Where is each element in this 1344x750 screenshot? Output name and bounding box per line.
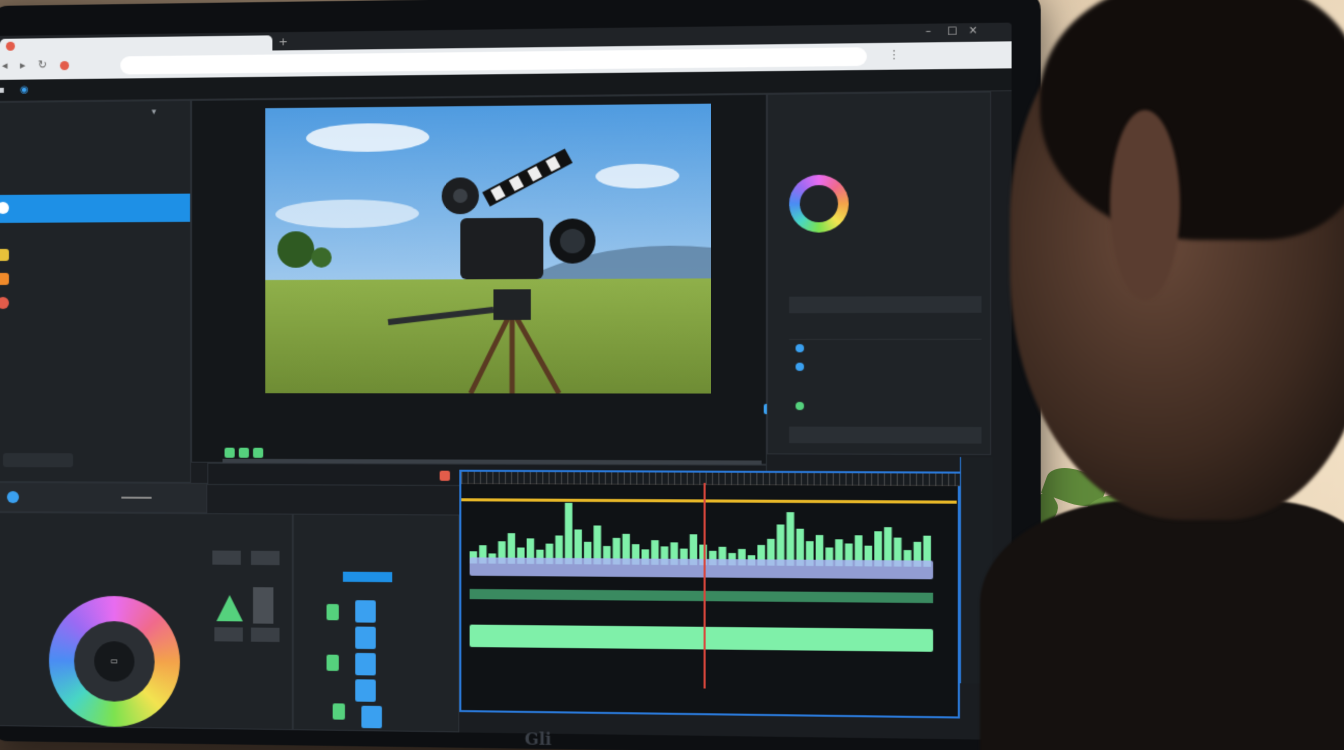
panel-button[interactable] bbox=[250, 550, 280, 566]
timeline-panel[interactable] bbox=[459, 469, 963, 719]
circle-icon bbox=[0, 201, 9, 214]
mute-button[interactable] bbox=[332, 703, 345, 720]
level-meter bbox=[253, 587, 274, 624]
monitor-brand-logo: Gli bbox=[524, 729, 552, 750]
track-button[interactable] bbox=[355, 600, 376, 623]
mute-button[interactable] bbox=[326, 603, 339, 621]
color-wheel-icon[interactable]: ▭ bbox=[48, 595, 180, 728]
minimize-icon[interactable]: – bbox=[926, 26, 931, 37]
screen: + – □ × ◂ ▸ ↻ ⋮ ▪ ◉ ▾ ▭ bbox=[0, 22, 1012, 740]
slider[interactable] bbox=[121, 496, 152, 499]
play-icon[interactable] bbox=[224, 447, 235, 458]
toggle-icon[interactable] bbox=[795, 401, 805, 411]
color-wheel-icon[interactable] bbox=[789, 174, 849, 233]
viewer-panel bbox=[191, 93, 775, 465]
inspector-button[interactable] bbox=[789, 426, 982, 444]
track-button[interactable] bbox=[355, 679, 376, 702]
triangle-marker-icon[interactable] bbox=[214, 593, 244, 624]
playhead[interactable] bbox=[703, 482, 706, 689]
new-tab-icon[interactable]: + bbox=[279, 35, 288, 48]
tool-button[interactable] bbox=[439, 470, 450, 481]
close-icon[interactable]: × bbox=[969, 25, 978, 37]
color-panel: ▭ bbox=[0, 512, 293, 731]
wheel-center[interactable]: ▭ bbox=[94, 641, 135, 682]
loop-icon[interactable] bbox=[253, 447, 264, 458]
search-icon[interactable] bbox=[6, 491, 19, 504]
track-headers bbox=[292, 513, 460, 733]
chevron-icon[interactable]: ▾ bbox=[152, 107, 157, 117]
video-preview[interactable] bbox=[265, 103, 711, 394]
toggle-icon[interactable] bbox=[795, 362, 805, 371]
back-icon[interactable]: ◂ bbox=[2, 59, 8, 72]
folder-icon[interactable] bbox=[0, 248, 9, 261]
inspector-panel bbox=[766, 91, 992, 456]
media-panel: ▾ bbox=[0, 99, 192, 483]
audio-clip[interactable] bbox=[469, 624, 934, 652]
waveform-bar bbox=[786, 512, 795, 566]
panel-button[interactable] bbox=[212, 550, 241, 565]
person-ear bbox=[1110, 110, 1180, 300]
folder-icon[interactable] bbox=[0, 272, 9, 285]
menu-item[interactable]: ◉ bbox=[20, 85, 29, 96]
panel-button[interactable] bbox=[250, 627, 280, 642]
search-strip bbox=[0, 482, 208, 514]
menu-item[interactable]: ▪ bbox=[0, 85, 5, 96]
inspector-row[interactable] bbox=[789, 323, 982, 340]
record-dot-icon bbox=[60, 61, 70, 71]
track-tab[interactable] bbox=[342, 571, 393, 583]
time-ruler[interactable] bbox=[461, 471, 963, 487]
track-button[interactable] bbox=[361, 705, 382, 729]
reload-icon[interactable]: ↻ bbox=[38, 58, 47, 71]
mute-button[interactable] bbox=[326, 654, 339, 671]
waveform-bar bbox=[564, 502, 573, 565]
inspector-row[interactable] bbox=[789, 296, 982, 314]
panel-button[interactable] bbox=[214, 627, 243, 642]
panel-button[interactable] bbox=[2, 453, 74, 468]
folder-icon[interactable] bbox=[0, 296, 9, 309]
person-shoulder bbox=[980, 500, 1344, 750]
forward-icon[interactable]: ▸ bbox=[20, 59, 26, 72]
menu-icon[interactable]: ⋮ bbox=[888, 48, 900, 62]
media-item-selected[interactable] bbox=[0, 193, 191, 223]
maximize-icon[interactable]: □ bbox=[947, 25, 957, 37]
audio-clip[interactable] bbox=[469, 557, 934, 580]
step-icon[interactable] bbox=[238, 447, 249, 458]
track-button[interactable] bbox=[355, 652, 376, 676]
audio-clip[interactable] bbox=[469, 588, 934, 604]
record-dot-icon bbox=[5, 41, 15, 51]
toggle-icon[interactable] bbox=[795, 344, 805, 353]
preview-image bbox=[265, 103, 711, 394]
computer-monitor: + – □ × ◂ ▸ ↻ ⋮ ▪ ◉ ▾ ▭ Gli bbox=[0, 0, 1041, 750]
track-button[interactable] bbox=[355, 626, 376, 650]
